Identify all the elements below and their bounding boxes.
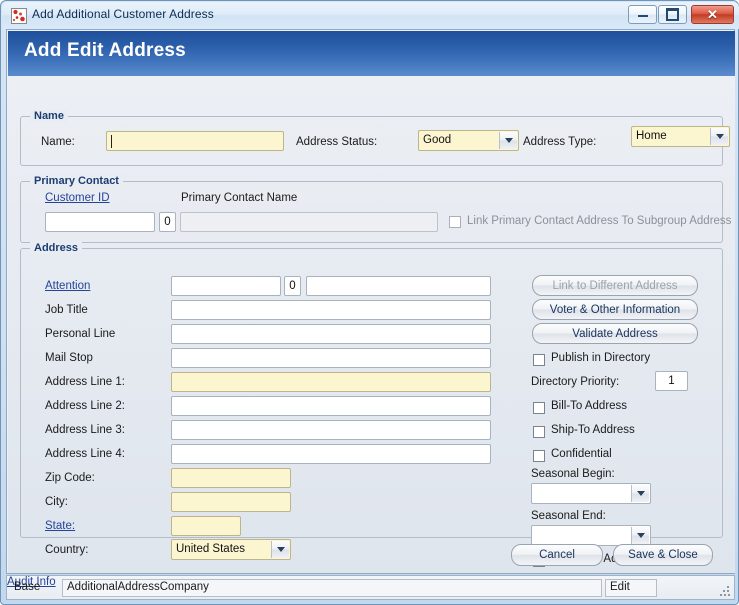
address-line-1-input[interactable] (171, 372, 491, 392)
city-input[interactable] (171, 492, 291, 512)
seasonal-end-label: Seasonal End: (531, 510, 606, 522)
address-group-legend: Address (30, 242, 83, 254)
address-type-value: Home (636, 130, 667, 142)
job-title-input[interactable] (171, 300, 491, 320)
window-title: Add Additional Customer Address (32, 7, 214, 21)
application-window: Add Additional Customer Address ✕ Add Ed… (0, 0, 739, 605)
primary-contact-name-label: Primary Contact Name (181, 192, 298, 204)
customer-seq-input[interactable] (159, 212, 176, 232)
address-line-2-input[interactable] (171, 396, 491, 416)
zip-code-input[interactable] (171, 468, 291, 488)
chevron-down-icon (715, 134, 724, 139)
voter-other-information-button[interactable]: Voter & Other Information (532, 299, 698, 320)
personal-line-label: Personal Line (45, 328, 116, 340)
link-primary-contact-label: Link Primary Contact Address To Subgroup… (467, 215, 732, 227)
city-label: City: (45, 496, 68, 508)
header-band: Add Edit Address (8, 31, 735, 76)
publish-in-directory-checkbox[interactable] (533, 354, 545, 366)
ship-to-address-label: Ship-To Address (551, 424, 635, 436)
status-base-value: AdditionalAddressCompany (62, 579, 602, 597)
seasonal-end-combo[interactable] (531, 525, 651, 546)
chevron-down-icon (504, 138, 513, 143)
address-status-label: Address Status: (296, 136, 378, 148)
directory-priority-label: Directory Priority: (531, 376, 620, 388)
address-status-combo[interactable]: Good (418, 130, 519, 151)
attention-name-input[interactable] (306, 276, 491, 296)
form-body: Name Name: Address Status: Good Address … (8, 76, 735, 573)
address-type-combo[interactable]: Home (631, 126, 730, 147)
primary-contact-name-input (180, 212, 438, 232)
minimize-icon (637, 12, 648, 17)
primary-contact-group-legend: Primary Contact (30, 175, 123, 187)
status-bar: Base AdditionalAddressCompany Edit Audit… (6, 575, 735, 600)
country-dropdown-button[interactable] (271, 541, 289, 558)
country-value: United States (176, 543, 246, 555)
link-primary-contact-checkbox[interactable] (449, 216, 461, 228)
chevron-down-icon (636, 491, 645, 496)
client-area: Add Edit Address Name Name: Address Stat… (6, 29, 735, 574)
name-group-legend: Name (30, 110, 68, 122)
confidential-checkbox[interactable] (533, 450, 545, 462)
state-link[interactable]: State: (45, 520, 75, 532)
link-to-different-address-button[interactable]: Link to Different Address (532, 275, 698, 296)
address-type-label: Address Type: (523, 136, 597, 148)
name-caret (111, 135, 112, 148)
country-combo[interactable]: United States (171, 539, 291, 560)
customer-id-input[interactable] (45, 212, 155, 232)
cancel-button[interactable]: Cancel (511, 544, 603, 566)
bill-to-address-label: Bill-To Address (551, 400, 628, 412)
seasonal-end-dropdown-button[interactable] (631, 527, 649, 544)
resize-grip-icon[interactable] (720, 586, 730, 596)
address-line-2-label: Address Line 2: (45, 400, 125, 412)
maximize-icon (666, 8, 679, 21)
address-line-3-input[interactable] (171, 420, 491, 440)
address-line-3-label: Address Line 3: (45, 424, 125, 436)
seasonal-begin-dropdown-button[interactable] (631, 485, 649, 502)
seasonal-begin-label: Seasonal Begin: (531, 468, 615, 480)
publish-in-directory-label: Publish in Directory (551, 352, 651, 364)
address-type-dropdown-button[interactable] (710, 128, 728, 145)
mail-stop-input[interactable] (171, 348, 491, 368)
chevron-down-icon (276, 547, 285, 552)
validate-address-button[interactable]: Validate Address (532, 323, 698, 344)
address-group: Address Attention Job Title Personal Lin… (20, 242, 723, 567)
mail-stop-label: Mail Stop (45, 352, 93, 364)
directory-priority-input[interactable] (655, 371, 688, 391)
close-button[interactable]: ✕ (691, 5, 734, 24)
name-group: Name Name: Address Status: Good Address … (20, 110, 730, 166)
address-status-dropdown-button[interactable] (499, 132, 517, 149)
bill-to-address-checkbox[interactable] (533, 402, 545, 414)
customer-id-link[interactable]: Customer ID (45, 192, 110, 204)
page-title: Add Edit Address (24, 40, 186, 61)
application-icon (11, 8, 27, 24)
seasonal-begin-combo[interactable] (531, 483, 651, 504)
attention-input[interactable] (171, 276, 281, 296)
status-base-label: Base (14, 581, 41, 593)
zip-code-label: Zip Code: (45, 472, 95, 484)
ship-to-address-checkbox[interactable] (533, 426, 545, 438)
title-bar: Add Additional Customer Address ✕ (2, 2, 739, 29)
job-title-label: Job Title (45, 304, 88, 316)
save-and-close-button[interactable]: Save & Close (613, 544, 713, 566)
minimize-button[interactable] (628, 5, 657, 24)
state-input[interactable] (171, 516, 241, 536)
status-edit-cell: Edit (605, 579, 657, 597)
maximize-button[interactable] (658, 5, 687, 24)
country-label: Country: (45, 544, 89, 556)
confidential-label: Confidential (551, 448, 612, 460)
address-status-value: Good (423, 134, 452, 146)
attention-link[interactable]: Attention (45, 280, 90, 292)
primary-contact-group: Primary Contact Customer ID Primary Cont… (20, 175, 731, 243)
attention-seq-input[interactable] (284, 276, 301, 296)
address-line-4-input[interactable] (171, 444, 491, 464)
name-input[interactable] (106, 131, 284, 151)
address-line-4-label: Address Line 4: (45, 448, 125, 460)
name-label: Name: (41, 136, 75, 148)
personal-line-input[interactable] (171, 324, 491, 344)
address-line-1-label: Address Line 1: (45, 376, 125, 388)
close-icon: ✕ (707, 7, 718, 22)
chevron-down-icon (636, 533, 645, 538)
